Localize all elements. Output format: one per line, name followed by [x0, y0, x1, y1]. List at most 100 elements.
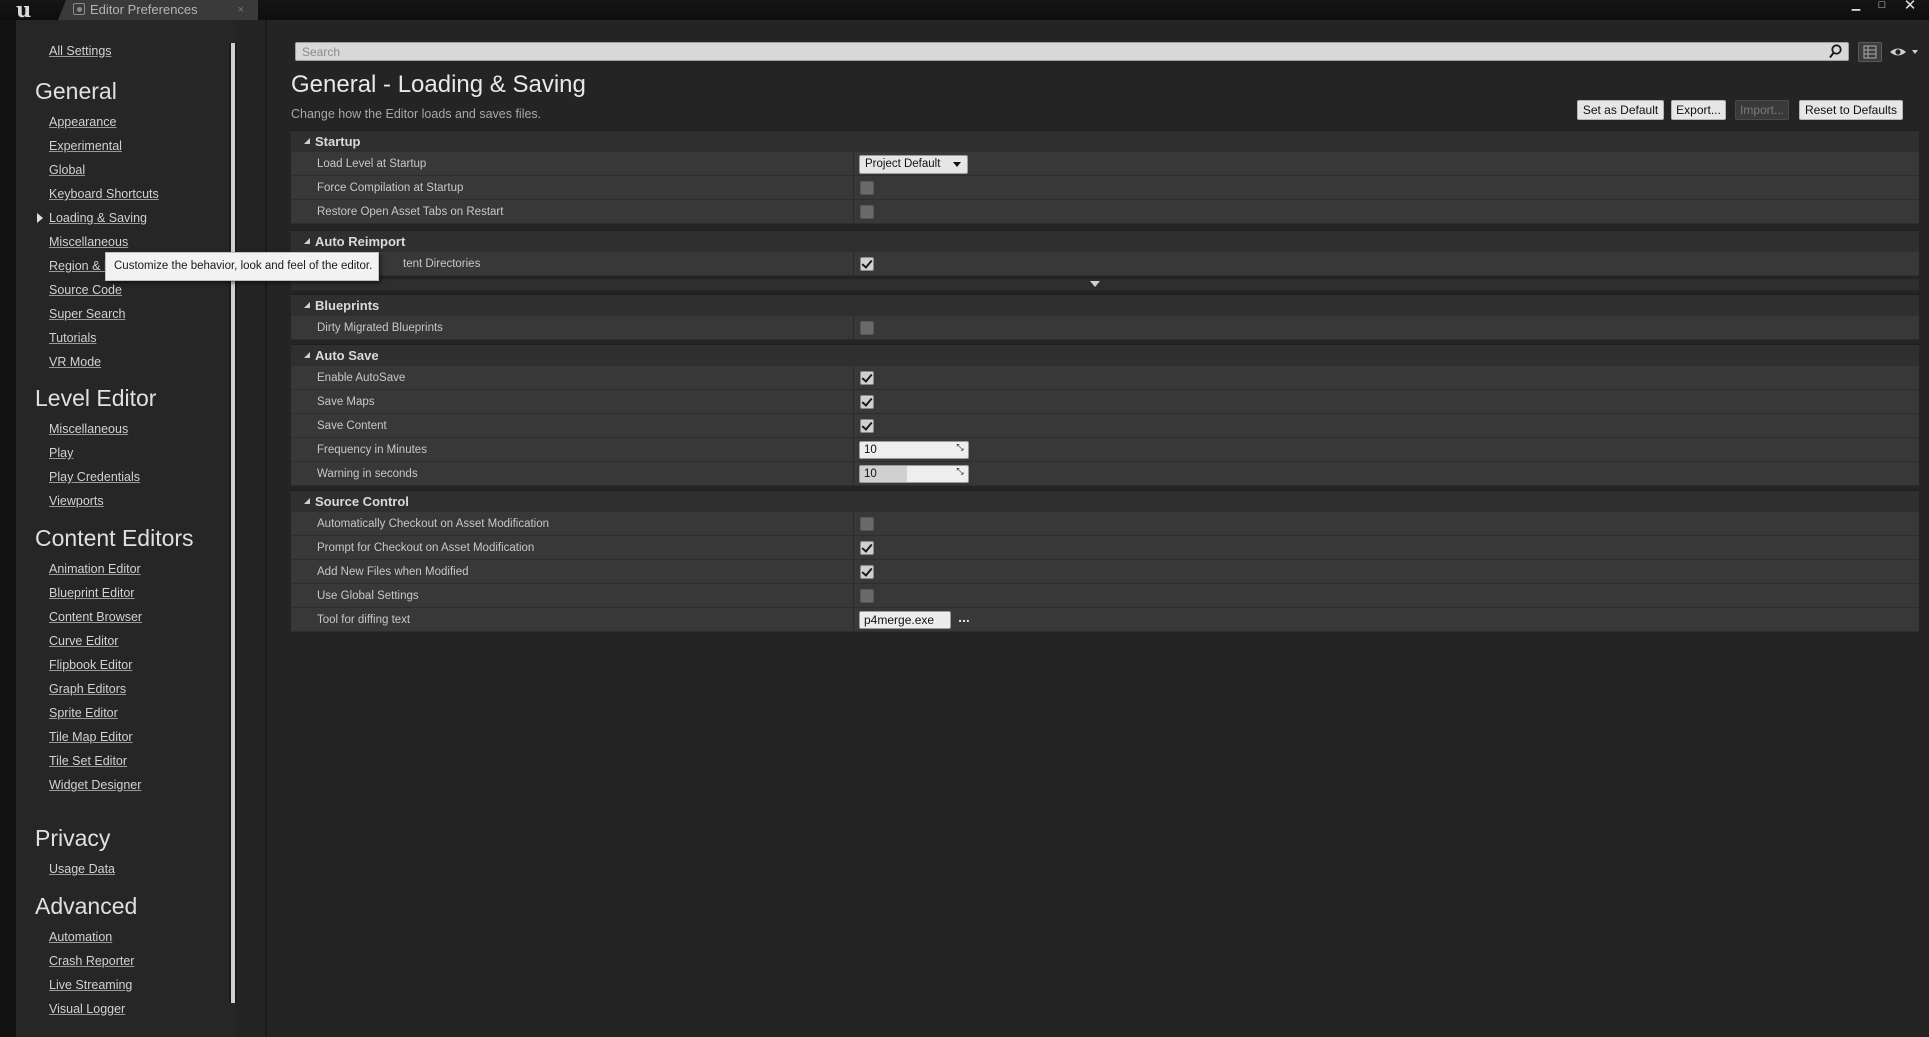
property-row: Force Compilation at Startup [291, 176, 1919, 200]
set-as-default-button[interactable]: Set as Default [1577, 100, 1664, 120]
nav-item-region-language[interactable]: Region & L [49, 258, 111, 274]
enable-autosave-checkbox[interactable] [860, 371, 874, 385]
nav-item-global[interactable]: Global [49, 162, 85, 178]
close-window-button[interactable]: ✕ [1898, 0, 1922, 13]
unreal-logo-icon: u [16, 0, 32, 22]
minimize-button[interactable]: ▁ [1844, 0, 1868, 12]
property-row: Load Level at Startup Project Default [291, 152, 1919, 176]
panel-divider[interactable] [265, 20, 267, 1037]
nav-scrollbar-thumb[interactable] [231, 43, 235, 1003]
page-subtitle: Change how the Editor loads and saves fi… [291, 107, 542, 121]
property-row: Restore Open Asset Tabs on Restart [291, 200, 1919, 224]
nav-item-tile-set-editor[interactable]: Tile Set Editor [49, 753, 127, 769]
import-button[interactable]: Import... [1735, 100, 1789, 120]
nav-item-keyboard-shortcuts[interactable]: Keyboard Shortcuts [49, 186, 159, 202]
nav-item-widget-designer[interactable]: Widget Designer [49, 777, 141, 793]
tab-close-icon[interactable]: × [238, 1, 244, 19]
property-row: Use Global Settings [291, 584, 1919, 608]
nav-item-super-search[interactable]: Super Search [49, 306, 125, 322]
property-row: Tool for diffing text p4merge.exe ... [291, 608, 1919, 632]
title-bar: u Editor Preferences × ▁ □ ✕ [0, 0, 1929, 22]
tooltip: Customize the behavior, look and feel of… [105, 252, 379, 281]
nav-item-level-miscellaneous[interactable]: Miscellaneous [49, 421, 128, 437]
save-maps-checkbox[interactable] [860, 395, 874, 409]
export-button[interactable]: Export... [1671, 100, 1726, 120]
reset-to-defaults-button[interactable]: Reset to Defaults [1799, 100, 1903, 120]
property-row: Enable AutoSave [291, 366, 1919, 390]
property-row: Add New Files when Modified [291, 560, 1919, 584]
nav-item-live-streaming[interactable]: Live Streaming [49, 977, 132, 993]
dirty-migrated-checkbox[interactable] [860, 321, 874, 335]
load-level-combo[interactable]: Project Default [859, 155, 968, 174]
nav-section-content-editors: Content Editors [35, 525, 194, 551]
nav-item-tutorials[interactable]: Tutorials [49, 330, 96, 346]
nav-item-animation-editor[interactable]: Animation Editor [49, 561, 141, 577]
nav-section-advanced: Advanced [35, 893, 138, 919]
nav-item-graph-editors[interactable]: Graph Editors [49, 681, 126, 697]
category-auto-save[interactable]: Auto Save [291, 344, 1919, 366]
search-icon[interactable] [1829, 44, 1842, 59]
force-compilation-checkbox[interactable] [860, 181, 874, 195]
nav-item-vr-mode[interactable]: VR Mode [49, 354, 101, 370]
frequency-spinbox[interactable]: 10 ⤡ [859, 441, 969, 459]
nav-item-tile-map-editor[interactable]: Tile Map Editor [49, 729, 133, 745]
preferences-icon [73, 3, 85, 15]
expand-advanced-icon [1090, 281, 1100, 287]
table-view-icon[interactable] [1858, 42, 1882, 62]
nav-item-source-code[interactable]: Source Code [49, 282, 122, 298]
nav-section-general: General [35, 78, 117, 104]
nav-item-blueprint-editor[interactable]: Blueprint Editor [49, 585, 134, 601]
nav-item-miscellaneous[interactable]: Miscellaneous [49, 234, 128, 250]
tab-label: Editor Preferences [90, 2, 198, 17]
nav-item-loading-saving[interactable]: Loading & Saving [49, 210, 147, 226]
nav-item-curve-editor[interactable]: Curve Editor [49, 633, 118, 649]
property-row: Prompt for Checkout on Asset Modificatio… [291, 536, 1919, 560]
tab-editor-preferences[interactable]: Editor Preferences × [58, 0, 258, 20]
category-blueprints[interactable]: Blueprints [291, 294, 1919, 316]
property-row: tent Directories [291, 252, 1919, 276]
nav-item-experimental[interactable]: Experimental [49, 138, 122, 154]
category-source-control[interactable]: Source Control [291, 490, 1919, 512]
warning-spinbox[interactable]: 10 ⤡ [859, 465, 969, 483]
chevron-down-icon [953, 162, 961, 167]
nav-item-viewports[interactable]: Viewports [49, 493, 104, 509]
advanced-expander[interactable] [291, 279, 1919, 291]
add-new-files-checkbox[interactable] [860, 565, 874, 579]
property-row: Save Maps [291, 390, 1919, 414]
category-auto-reimport[interactable]: Auto Reimport [291, 230, 1919, 252]
monitor-directories-checkbox[interactable] [860, 257, 874, 271]
nav-item-usage-data[interactable]: Usage Data [49, 861, 115, 877]
property-row: Warning in seconds 10 ⤡ [291, 462, 1919, 486]
use-global-settings-checkbox[interactable] [860, 589, 874, 603]
nav-item-automation[interactable]: Automation [49, 929, 112, 945]
restore-tabs-checkbox[interactable] [860, 205, 874, 219]
property-row: Frequency in Minutes 10 ⤡ [291, 438, 1919, 462]
search-input[interactable] [300, 43, 1800, 60]
category-startup[interactable]: Startup [291, 130, 1919, 152]
collapse-arrow-icon [304, 138, 310, 144]
nav-section-privacy: Privacy [35, 825, 111, 851]
auto-checkout-checkbox[interactable] [860, 517, 874, 531]
nav-item-content-browser[interactable]: Content Browser [49, 609, 142, 625]
nav-item-appearance[interactable]: Appearance [49, 114, 116, 130]
maximize-button[interactable]: □ [1870, 0, 1894, 12]
property-row: Dirty Migrated Blueprints [291, 316, 1919, 340]
collapse-arrow-icon [304, 238, 310, 244]
resize-arrows-icon: ⤡ [956, 442, 964, 452]
search-box[interactable] [295, 42, 1849, 61]
diff-tool-input[interactable]: p4merge.exe [859, 611, 951, 629]
nav-item-sprite-editor[interactable]: Sprite Editor [49, 705, 118, 721]
save-content-checkbox[interactable] [860, 419, 874, 433]
browse-button[interactable]: ... [955, 610, 973, 628]
nav-item-visual-logger[interactable]: Visual Logger [49, 1001, 125, 1017]
collapse-arrow-icon [304, 302, 310, 308]
nav-item-flipbook-editor[interactable]: Flipbook Editor [49, 657, 132, 673]
nav-item-play[interactable]: Play [49, 445, 73, 461]
nav-item-play-credentials[interactable]: Play Credentials [49, 469, 140, 485]
window-frame [0, 20, 16, 1037]
nav-all-settings[interactable]: All Settings [49, 43, 112, 59]
prompt-checkout-checkbox[interactable] [860, 541, 874, 555]
nav-section-level-editor: Level Editor [35, 385, 157, 411]
eye-icon[interactable] [1889, 45, 1921, 59]
nav-item-crash-reporter[interactable]: Crash Reporter [49, 953, 134, 969]
